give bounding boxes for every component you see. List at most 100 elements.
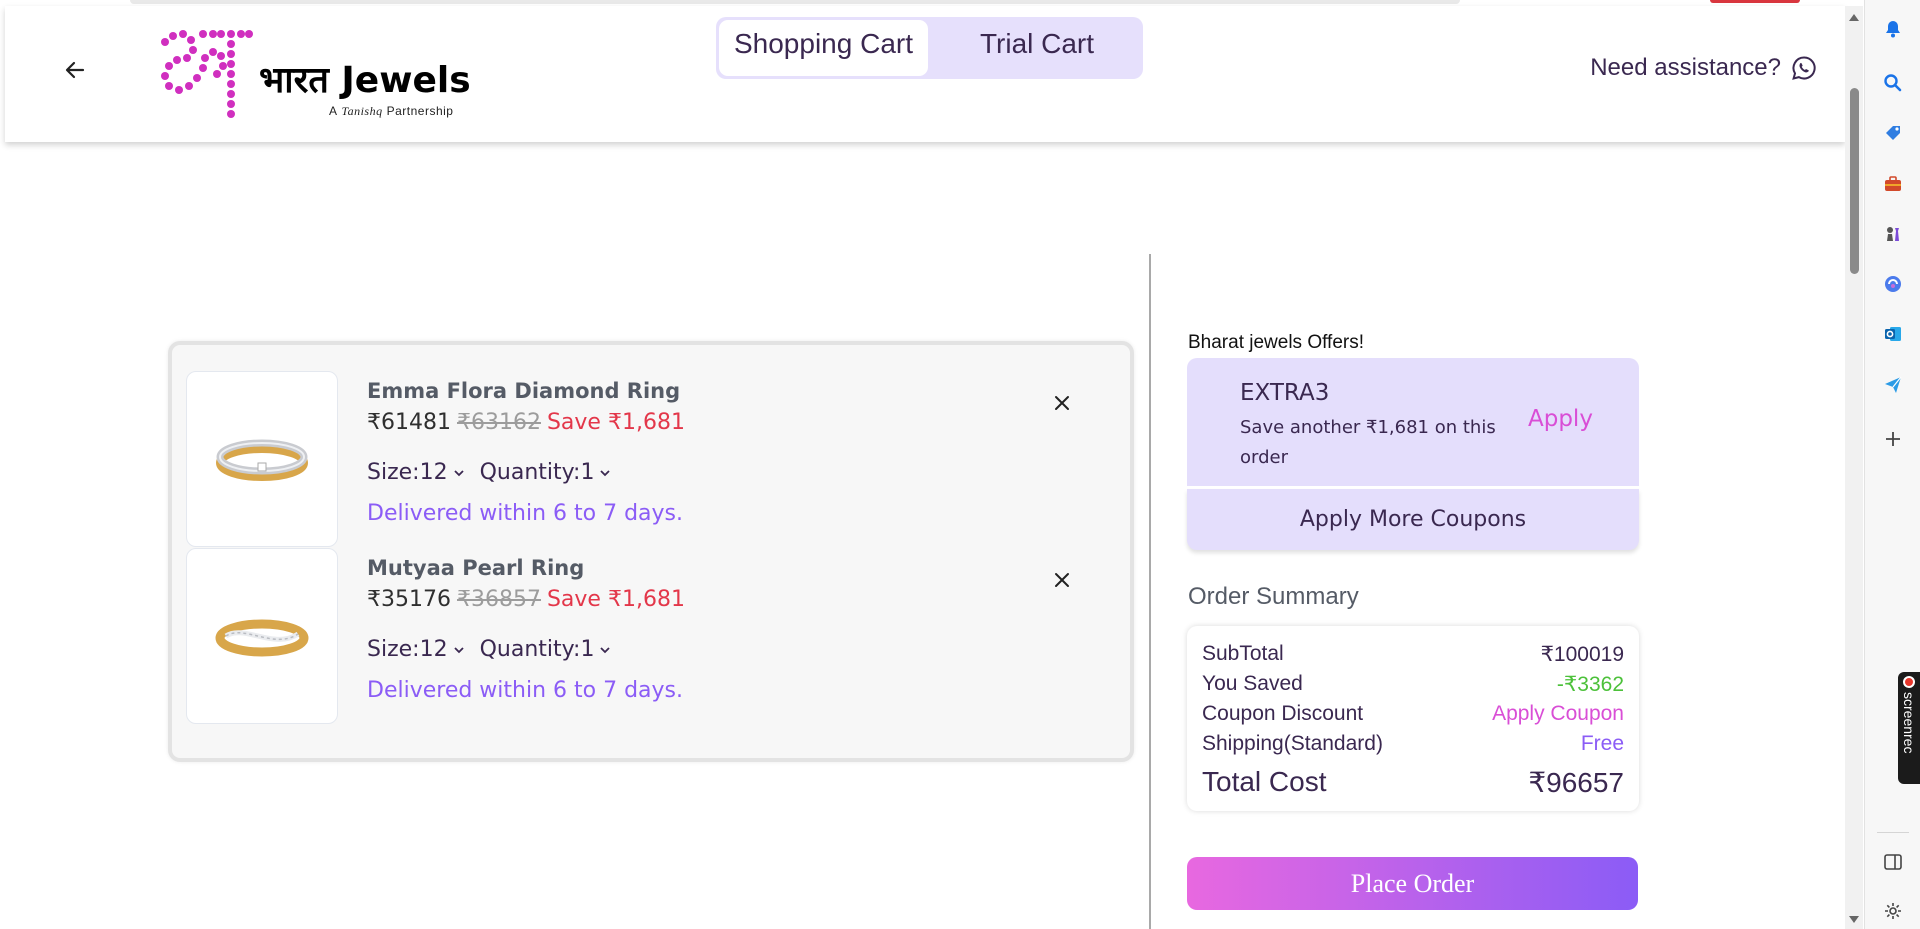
price-row: ₹61481 ₹63162 Save ₹1,681 (367, 410, 685, 435)
options-row: Size:12 Quantity:1 (367, 637, 612, 662)
summary-value: Free (1580, 732, 1624, 755)
order-summary-card: SubTotal ₹100019 You Saved -₹3362 Coupon… (1187, 626, 1639, 811)
arrow-left-icon (65, 61, 85, 79)
savings-label: Save ₹1,681 (546, 587, 685, 612)
settings-icon[interactable] (1881, 899, 1905, 923)
logo-tagline: A Tanishq Partnership (329, 104, 453, 119)
cart-items-card: Emma Flora Diamond Ring ₹61481 ₹63162 Save… (168, 341, 1134, 762)
logo-tag-brand: Tanishq (341, 104, 383, 118)
quantity-value: Quantity:1 (479, 460, 595, 485)
tab-shopping-cart[interactable]: Shopping Cart (719, 20, 928, 76)
original-price: ₹63162 (456, 410, 541, 435)
quantity-select[interactable]: Quantity:1 (480, 460, 613, 485)
order-summary-title: Order Summary (1188, 583, 1359, 610)
product-thumbnail[interactable] (186, 548, 338, 724)
ring-image (216, 439, 308, 481)
cart-item: Emma Flora Diamond Ring ₹61481 ₹63162 Save… (186, 371, 1116, 549)
screenrec-badge[interactable]: screenrec (1898, 672, 1920, 784)
browser-strip (130, 0, 1460, 4)
delivery-estimate: Delivered within 6 to 7 days. (367, 501, 684, 526)
coupon-description: Save another ₹1,681 on this order (1240, 417, 1496, 468)
page-scrollbar[interactable] (1845, 6, 1863, 929)
size-select[interactable]: Size:12 (367, 637, 466, 662)
summary-value: ₹100019 (1540, 643, 1624, 666)
site-logo[interactable]: भारत Jewels A Tanishq Partnership (157, 28, 477, 128)
price-row: ₹35176 ₹36857 Save ₹1,681 (367, 587, 685, 612)
chevron-down-icon (600, 469, 611, 476)
send-icon[interactable] (1881, 372, 1905, 396)
screenrec-label: screenrec (1901, 692, 1917, 754)
apply-coupon-link[interactable]: Apply Coupon (1492, 702, 1624, 726)
need-assistance-link[interactable]: Need assistance? (1590, 54, 1817, 82)
total-label: Total Cost (1202, 766, 1327, 797)
site-header: भारत Jewels A Tanishq Partnership Shopping… (5, 6, 1845, 142)
record-icon (1903, 676, 1915, 688)
offers-title: Bharat jewels Offers! (1188, 332, 1365, 353)
remove-item-button[interactable] (1048, 389, 1076, 417)
product-name[interactable]: Mutyaa Pearl Ring (367, 556, 584, 580)
summary-row-saved: You Saved -₹3362 (1202, 672, 1624, 697)
cart-toggle: Shopping Cart Trial Cart (716, 17, 1143, 79)
browser-sidebar (1864, 0, 1920, 929)
size-value: Size:12 (367, 460, 448, 485)
scrollbar-thumb[interactable] (1850, 88, 1859, 274)
logo-tag-prefix: A (329, 104, 338, 118)
chevron-down-icon (600, 646, 611, 653)
copilot-icon[interactable] (1881, 272, 1905, 296)
coupon-code: EXTRA3 (1240, 380, 1330, 406)
chevron-down-icon (453, 646, 464, 653)
column-divider (1149, 254, 1151, 929)
apply-coupon-button[interactable]: Apply (1528, 406, 1593, 432)
need-assistance-label: Need assistance? (1590, 54, 1781, 81)
close-icon (1055, 573, 1069, 587)
outlook-icon[interactable] (1881, 322, 1905, 346)
chevron-down-icon (453, 469, 464, 476)
search-icon[interactable] (1881, 71, 1905, 95)
close-icon (1055, 396, 1069, 410)
cart-item: Mutyaa Pearl Ring ₹35176 ₹36857 Save ₹1,68… (186, 548, 1116, 726)
summary-row-shipping: Shipping(Standard) Free (1202, 732, 1624, 756)
summary-label: Shipping(Standard) (1202, 732, 1383, 755)
summary-label: SubTotal (1202, 642, 1284, 665)
total-value: ₹96657 (1528, 767, 1624, 798)
back-button[interactable] (59, 54, 91, 86)
summary-label: Coupon Discount (1202, 702, 1364, 725)
quantity-value: Quantity:1 (479, 637, 595, 662)
tag-icon[interactable] (1881, 121, 1905, 145)
size-select[interactable]: Size:12 (367, 460, 466, 485)
sidebar-separator (1877, 832, 1909, 833)
apply-more-coupons-button[interactable]: Apply More Coupons (1187, 489, 1639, 550)
ring-image (215, 619, 309, 657)
bell-icon[interactable] (1881, 17, 1905, 41)
sidebar-panel-icon[interactable] (1881, 850, 1905, 874)
summary-row-subtotal: SubTotal ₹100019 (1202, 642, 1624, 667)
original-price: ₹36857 (456, 587, 541, 612)
options-row: Size:12 Quantity:1 (367, 460, 612, 485)
chess-icon[interactable] (1881, 222, 1905, 246)
coupon-offer: EXTRA3 Save another ₹1,681 on this order… (1187, 358, 1639, 486)
remove-item-button[interactable] (1048, 566, 1076, 594)
size-value: Size:12 (367, 637, 448, 662)
product-thumbnail[interactable] (186, 371, 338, 547)
product-name[interactable]: Emma Flora Diamond Ring (367, 379, 680, 403)
plus-icon[interactable] (1881, 427, 1905, 451)
logo-mark-icon (161, 30, 253, 118)
quantity-select[interactable]: Quantity:1 (480, 637, 613, 662)
savings-label: Save ₹1,681 (546, 410, 685, 435)
tab-trial-cart[interactable]: Trial Cart (934, 20, 1140, 76)
logo-tag-suffix: Partnership (386, 104, 454, 118)
summary-row-coupon: Coupon Discount Apply Coupon (1202, 702, 1624, 726)
briefcase-icon[interactable] (1881, 172, 1905, 196)
summary-label: You Saved (1202, 672, 1303, 695)
delivery-estimate: Delivered within 6 to 7 days. (367, 678, 684, 703)
summary-value: -₹3362 (1556, 673, 1624, 696)
whatsapp-icon (1792, 56, 1816, 80)
scroll-up-arrow[interactable] (1849, 14, 1859, 21)
logo-wordmark: भारत Jewels (259, 60, 471, 101)
scroll-down-arrow[interactable] (1849, 916, 1859, 923)
current-price: ₹35176 (367, 587, 451, 612)
summary-row-total: Total Cost ₹96657 (1202, 766, 1624, 799)
place-order-button[interactable]: Place Order (1187, 857, 1638, 910)
current-price: ₹61481 (367, 410, 451, 435)
browser-strip-accent (1710, 0, 1800, 3)
